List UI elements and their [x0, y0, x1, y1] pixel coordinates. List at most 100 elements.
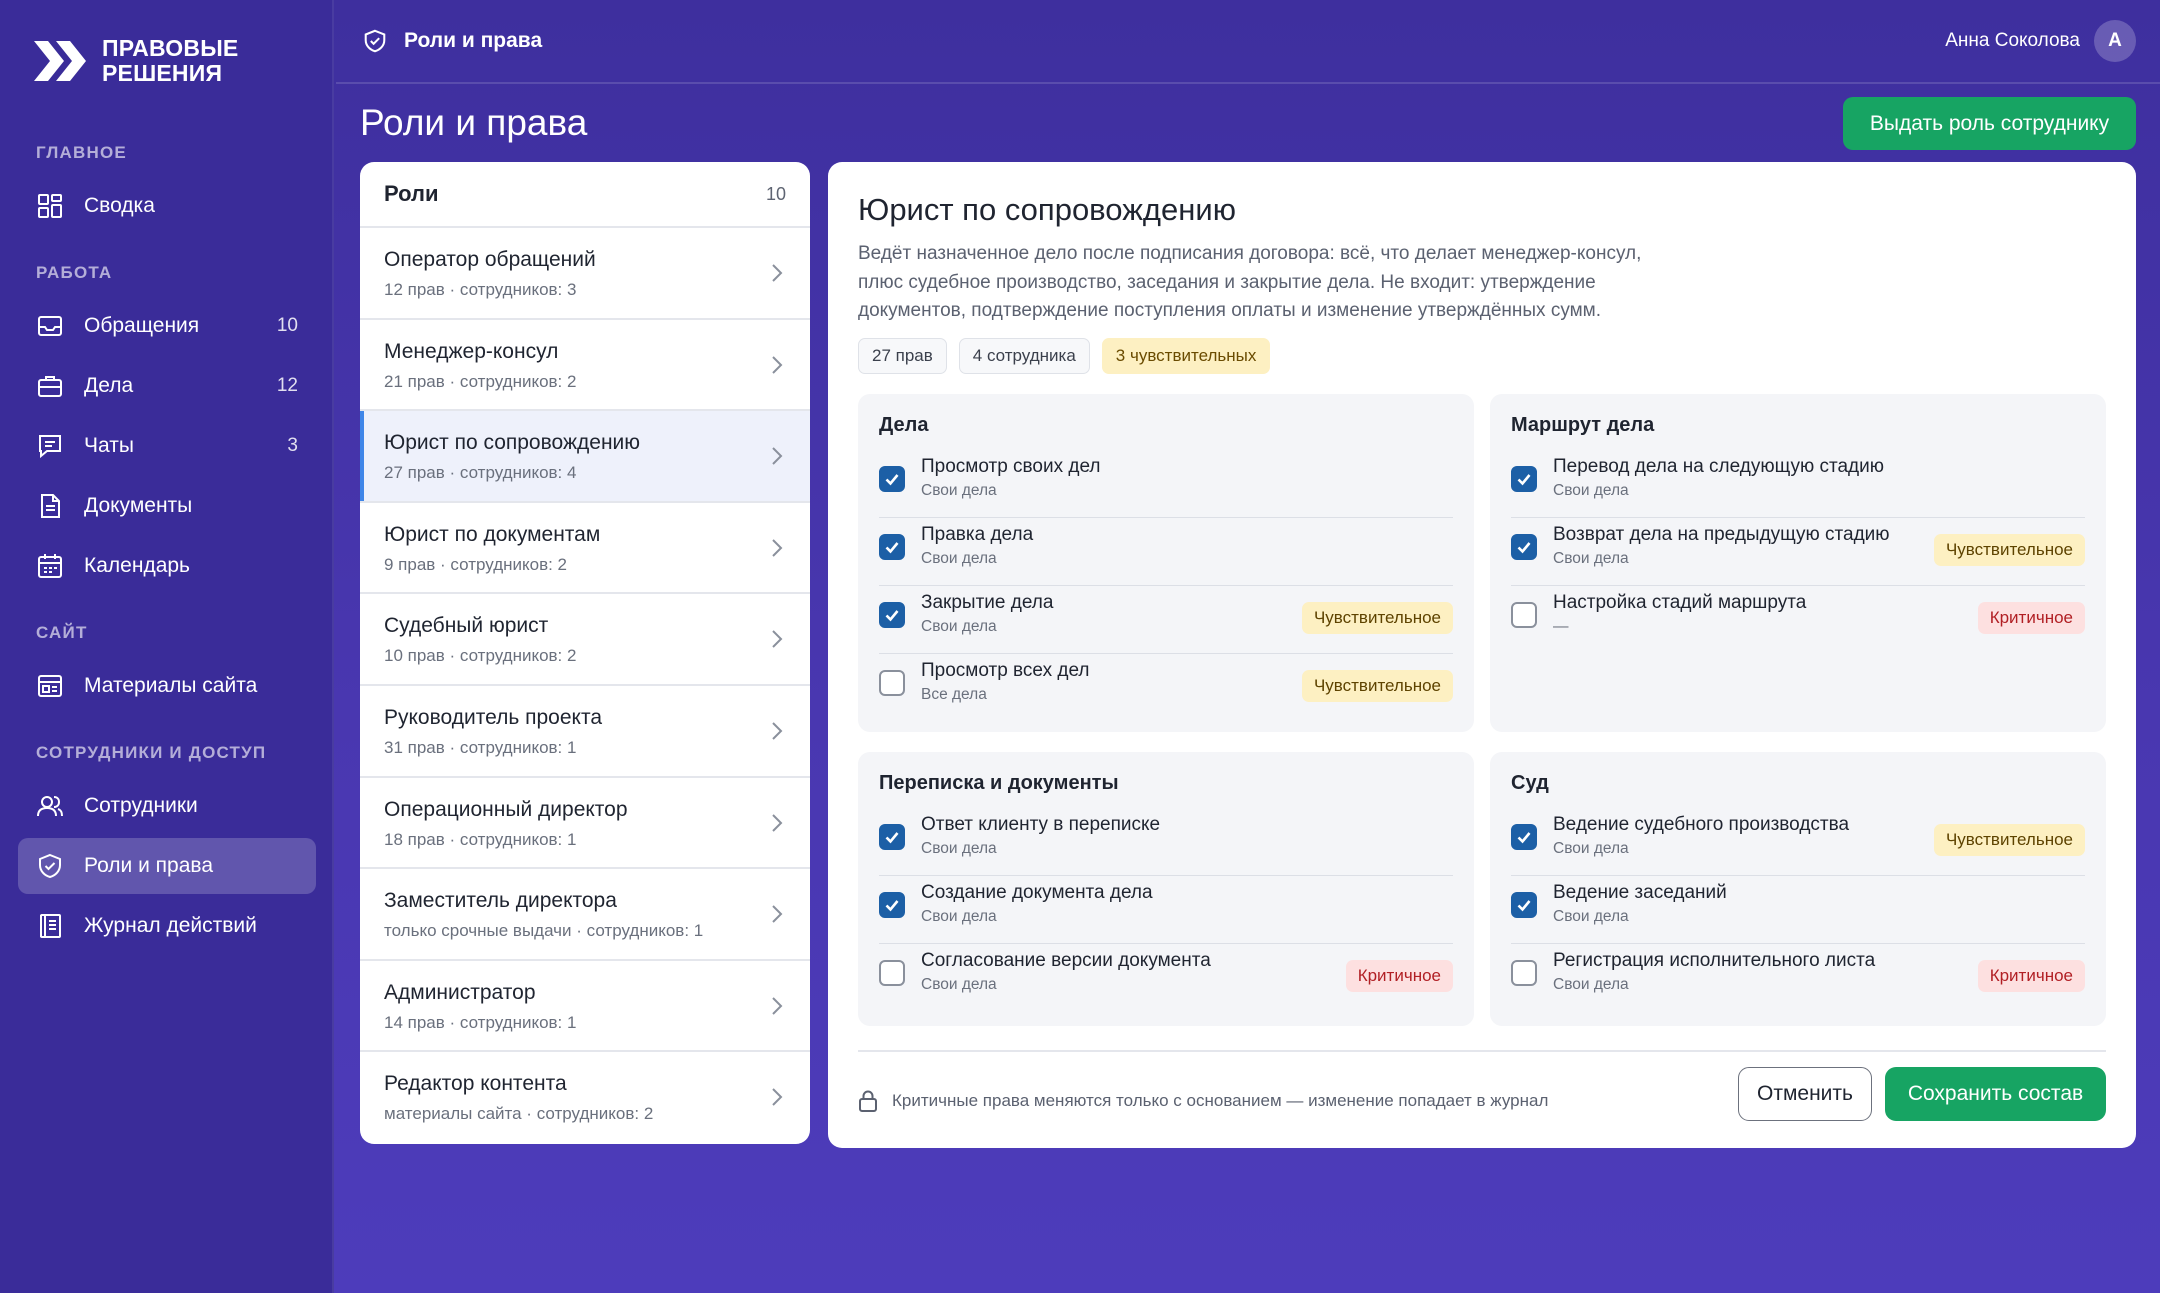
permission-row: Ведение заседаний Свои дела	[1511, 876, 2085, 944]
permission-checkbox[interactable]	[879, 534, 905, 560]
permission-row: Просмотр всех дел Все дела Чувствительное	[879, 654, 1453, 722]
permission-label: Правка дела	[921, 524, 1034, 545]
role-meta: 10 прав · сотрудников: 2	[384, 646, 577, 666]
check-icon	[885, 610, 899, 622]
rights-count-chip: 27 прав	[858, 338, 947, 374]
save-button[interactable]: Сохранить состав	[1885, 1067, 2106, 1121]
permission-scope: Свои дела	[1553, 840, 1629, 857]
role-meta: 27 прав · сотрудников: 4	[384, 463, 577, 483]
sidebar-item-summary[interactable]: Сводка	[18, 178, 316, 234]
permission-checkbox[interactable]	[1511, 602, 1537, 628]
role-list-item[interactable]: Менеджер-консул 21 прав · сотрудников: 2	[360, 320, 810, 412]
brand-line-2: РЕШЕНИЯ	[102, 60, 223, 86]
permission-checkbox[interactable]	[1511, 960, 1537, 986]
check-icon	[885, 474, 899, 486]
topbar: Роли и права Анна Соколова А	[336, 0, 2160, 84]
role-list-item[interactable]: Юрист по документам 9 прав · сотрудников:…	[360, 503, 810, 595]
sidebar-item-chats[interactable]: Чаты 3	[18, 418, 316, 474]
sidebar-item-cases[interactable]: Дела 12	[18, 358, 316, 414]
permission-row: Закрытие дела Свои дела Чувствительное	[879, 586, 1453, 654]
permission-group-cases: Дела Просмотр своих дел Свои дела Правка де…	[858, 394, 1474, 732]
permission-checkbox[interactable]	[879, 670, 905, 696]
brand-logo[interactable]: ПРАВОВЫЕ РЕШЕНИЯ	[32, 36, 238, 86]
nav-section-work: РАБОТА	[36, 263, 113, 282]
critical-badge: Критичное	[1345, 960, 1453, 992]
permission-scope: Свои дела	[921, 976, 997, 993]
role-name: Юрист по документам	[384, 522, 601, 546]
sidebar-item-label: Сводка	[84, 194, 155, 217]
role-name: Администратор	[384, 980, 536, 1004]
breadcrumb-label: Роли и права	[404, 29, 543, 52]
chevron-right-icon	[772, 355, 783, 374]
permission-scope: Свои дела	[1553, 550, 1629, 567]
inbox-icon	[36, 312, 64, 340]
sidebar-item-roles[interactable]: Роли и права	[18, 838, 316, 894]
briefcase-icon	[36, 372, 64, 400]
permission-group-title: Маршрут дела	[1511, 414, 1655, 436]
footer-note: Критичные права меняются только с основа…	[858, 1090, 1548, 1112]
sensitive-badge: Чувствительное	[1933, 534, 2085, 566]
permission-checkbox[interactable]	[879, 960, 905, 986]
permission-checkbox[interactable]	[1511, 892, 1537, 918]
role-list-item[interactable]: Руководитель проекта 31 прав · сотруднико…	[360, 686, 810, 778]
check-icon	[885, 900, 899, 912]
permission-group-title: Переписка и документы	[879, 772, 1119, 794]
lock-icon	[859, 1090, 877, 1112]
shield-icon	[364, 29, 386, 53]
permission-label: Просмотр своих дел	[921, 456, 1101, 477]
cancel-button[interactable]: Отменить	[1738, 1067, 1872, 1121]
permission-label: Просмотр всех дел	[921, 660, 1090, 681]
role-name: Судебный юрист	[384, 614, 549, 638]
role-list-item[interactable]: Администратор 14 прав · сотрудников: 1	[360, 961, 810, 1053]
chevron-right-icon	[772, 905, 783, 923]
role-list-item[interactable]: Операционный директор 18 прав · сотрудник…	[360, 778, 810, 870]
sidebar-item-label: Журнал действий	[84, 914, 257, 937]
role-list-item[interactable]: Редактор контента материалы сайта · сотру…	[360, 1052, 810, 1144]
permission-scope: Свои дела	[921, 908, 997, 925]
nav-section-staff-access: СОТРУДНИКИ И ДОСТУП	[36, 743, 267, 762]
permission-group-court: Суд Ведение судебного производства Свои де…	[1490, 752, 2106, 1026]
permission-checkbox[interactable]	[879, 602, 905, 628]
role-name: Юрист по сопровождению	[384, 431, 641, 455]
sidebar-item-documents[interactable]: Документы	[18, 478, 316, 534]
role-list-item[interactable]: Юрист по сопровождению 27 прав · сотрудни…	[360, 411, 810, 503]
role-list-item[interactable]: Судебный юрист 10 прав · сотрудников: 2	[360, 594, 810, 686]
sensitive-count-chip: 3 чувствительных	[1101, 338, 1271, 374]
sidebar-item-requests[interactable]: Обращения 10	[18, 298, 316, 354]
role-meta: 21 прав · сотрудников: 2	[384, 371, 577, 391]
sidebar-item-staff[interactable]: Сотрудники	[18, 778, 316, 834]
chevron-right-icon	[772, 264, 783, 282]
chevrons-logo-icon	[34, 41, 86, 81]
sidebar-item-calendar[interactable]: Календарь	[18, 538, 316, 594]
role-list-item[interactable]: Оператор обращений 12 прав · сотрудников:…	[360, 228, 810, 320]
sidebar-item-site-materials[interactable]: Материалы сайта	[18, 658, 316, 714]
permission-checkbox[interactable]	[879, 892, 905, 918]
permission-label: Ведение судебного производства	[1553, 814, 1850, 835]
role-meta: 14 прав · сотрудников: 1	[384, 1012, 577, 1032]
permission-checkbox[interactable]	[1511, 466, 1537, 492]
permission-checkbox[interactable]	[879, 824, 905, 850]
avatar[interactable]: А	[2094, 20, 2136, 62]
sensitive-badge: Чувствительное	[1301, 602, 1453, 634]
staff-count-chip: 4 сотрудника	[958, 338, 1090, 374]
sensitive-badge: Чувствительное	[1933, 824, 2085, 856]
critical-badge: Критичное	[1977, 960, 2085, 992]
role-meta: 18 прав · сотрудников: 1	[384, 829, 577, 849]
user-menu[interactable]: Анна Соколова А	[1945, 20, 2136, 62]
permission-row: Возврат дела на предыдущую стадию Свои де…	[1511, 518, 2085, 586]
assign-role-button[interactable]: Выдать роль сотруднику	[1843, 97, 2136, 150]
permission-checkbox[interactable]	[879, 466, 905, 492]
role-detail-panel: Юрист по сопровождению Ведёт назначенное…	[828, 162, 2136, 1148]
sidebar-item-audit-log[interactable]: Журнал действий	[18, 898, 316, 954]
check-icon	[1517, 900, 1531, 912]
role-list-item[interactable]: Заместитель директора только срочные выда…	[360, 869, 810, 961]
permission-checkbox[interactable]	[1511, 824, 1537, 850]
permission-label: Закрытие дела	[921, 592, 1054, 613]
permission-label: Регистрация исполнительного листа	[1553, 950, 1876, 971]
permission-scope: Свои дела	[921, 482, 997, 499]
permission-checkbox[interactable]	[1511, 534, 1537, 560]
dashboard-icon	[36, 192, 64, 220]
check-icon	[885, 542, 899, 554]
breadcrumb: Роли и права	[362, 28, 542, 54]
check-icon	[1517, 832, 1531, 844]
